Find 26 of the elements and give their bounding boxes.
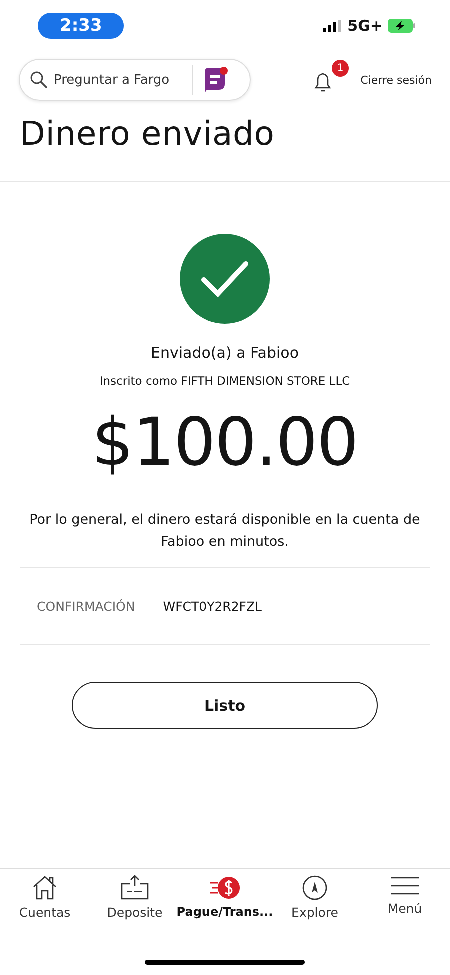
page-title: Dinero enviado [20,114,276,153]
search-field[interactable]: Preguntar a Fargo [52,72,192,88]
availability-message: Por lo general, el dinero estará disponible en la cuenta de Fabioo en minutos. [28,511,422,552]
recipient-heading: Enviado(a) a Fabioo [150,344,300,362]
tab-item[interactable]: Cuentas [1,875,89,929]
confirmation-label: CONFIRMACIÓN [37,598,136,614]
check-circle-icon [180,234,270,324]
tab-item[interactable]: Deposite [91,875,179,929]
notification-badge: 1 [332,60,349,77]
house-icon [31,875,59,901]
check-deposit-icon [120,875,150,901]
signal-icon [322,20,343,32]
done-button[interactable]: Listo [72,682,378,729]
network-label: 5G+ [348,17,383,35]
confirmation-number: WFCT0Y2R2FZL [163,598,262,614]
tab-item[interactable]: Menú [361,875,449,929]
status-time: 2:33 [38,13,124,39]
enrolled-name: Inscrito como FIFTH DIMENSION STORE LLC [100,374,350,388]
amount: $100.00 [92,404,358,481]
logout-link[interactable]: Cierre sesión [360,74,432,86]
menu-icon [391,875,419,897]
search-icon [30,71,48,89]
battery-icon [388,19,416,33]
tab-item[interactable]: Explore [271,875,359,929]
dollar-send-icon [208,875,242,901]
compass-icon [302,875,328,901]
